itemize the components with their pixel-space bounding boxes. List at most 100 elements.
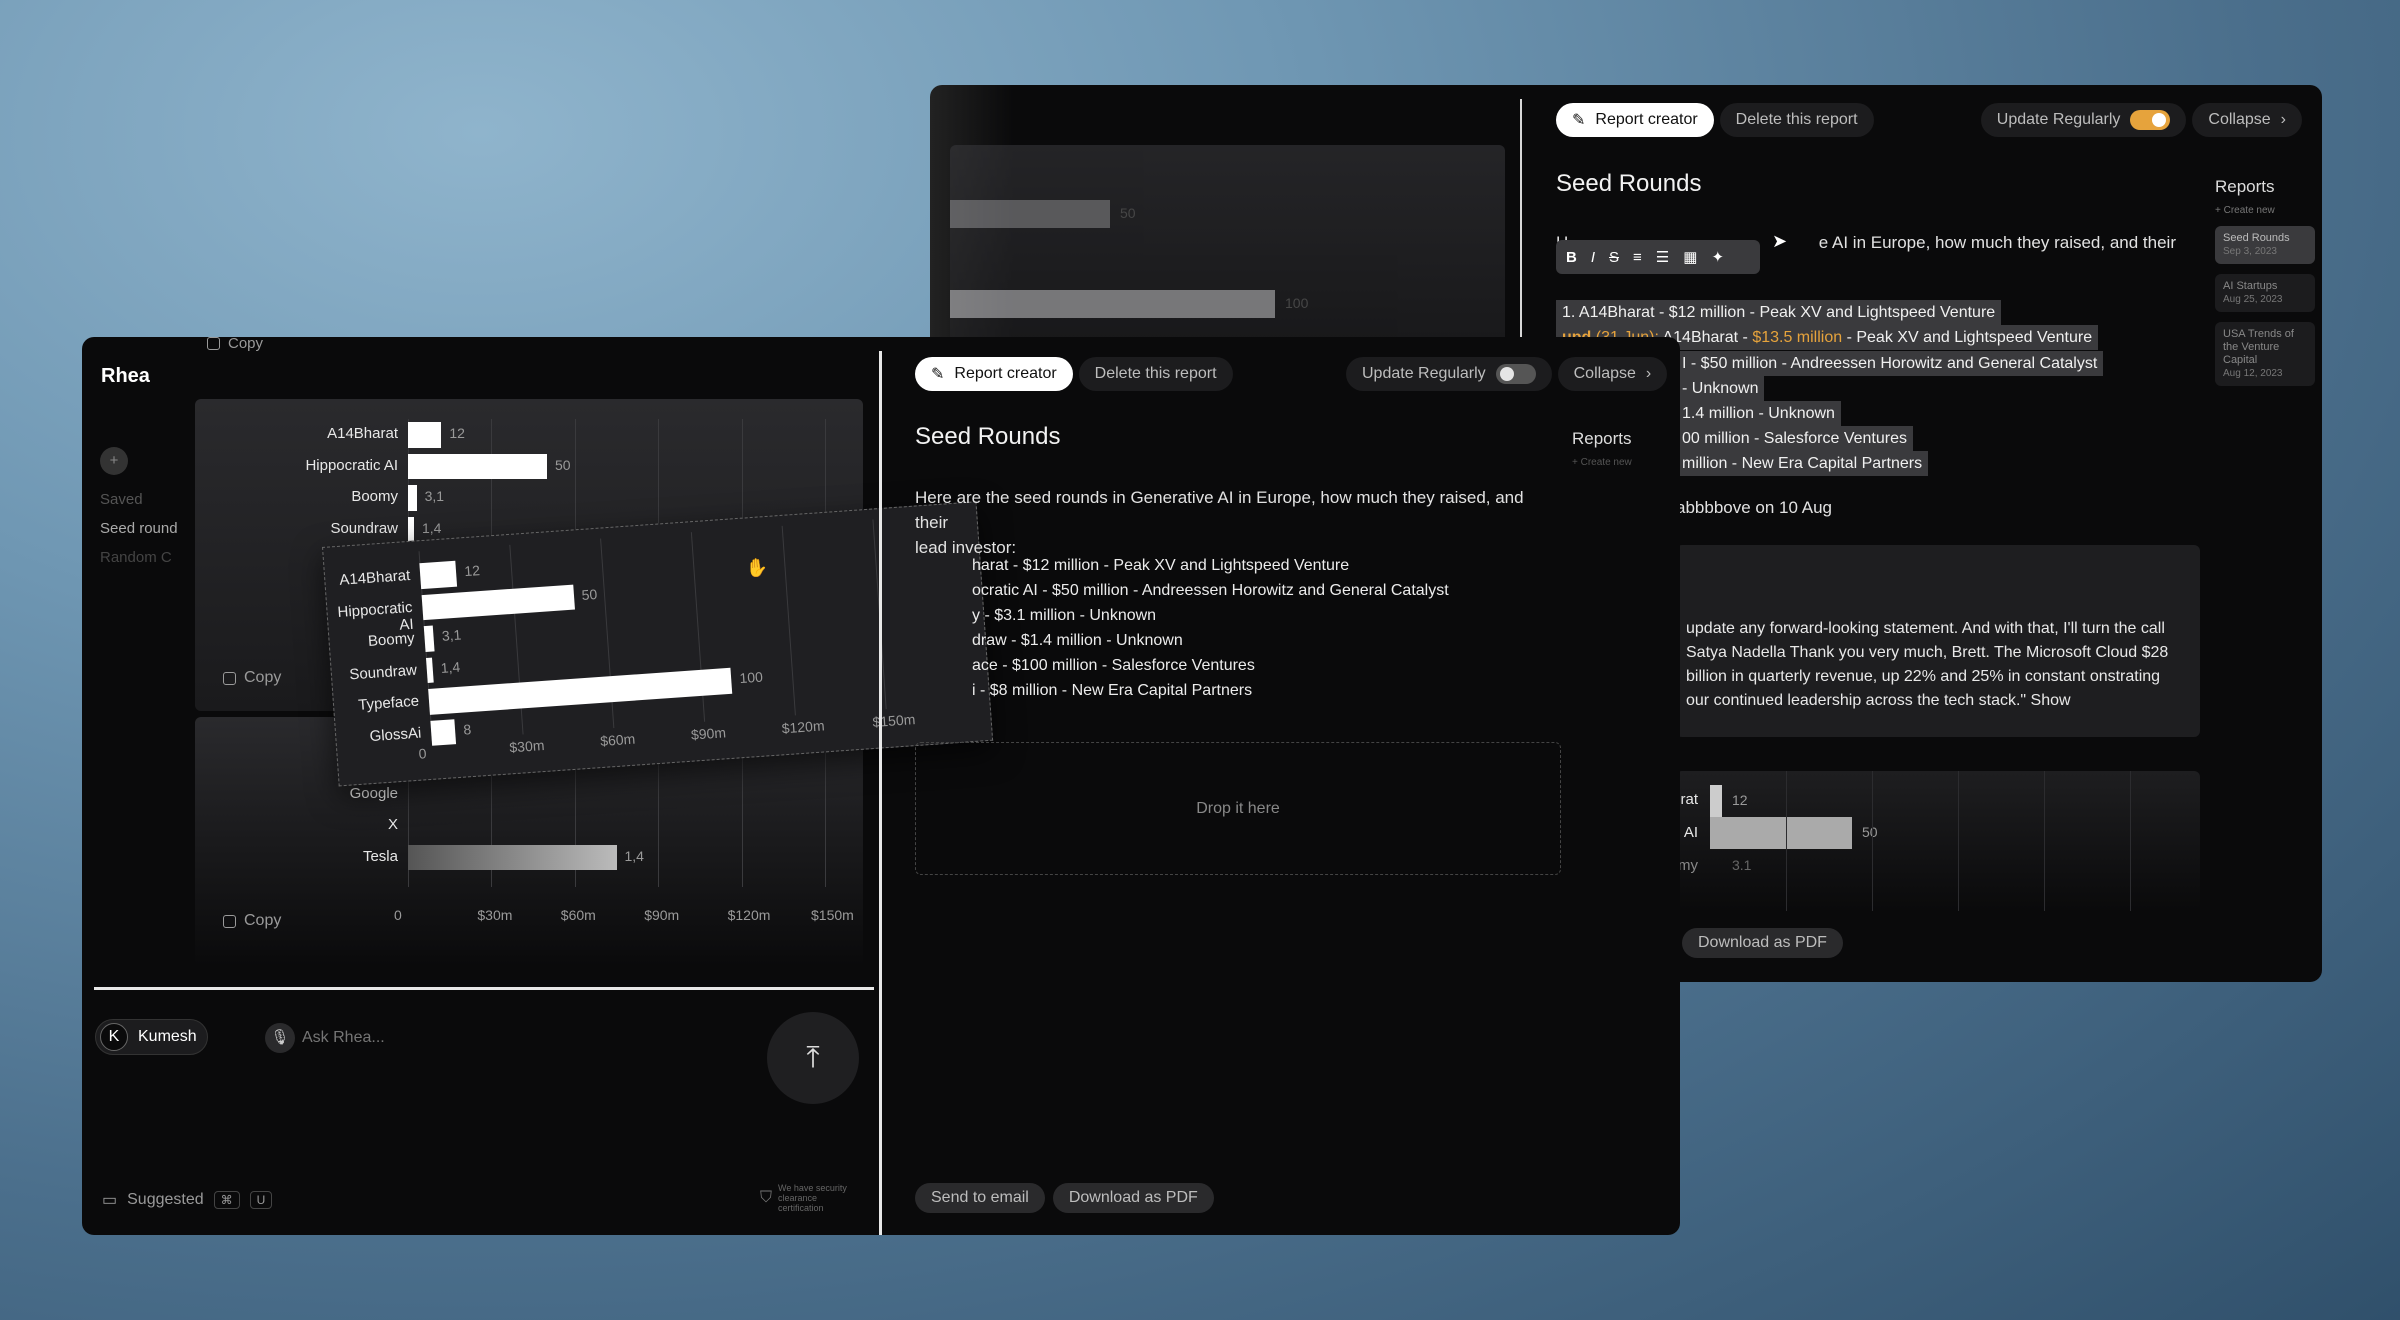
collapse-label: Collapse xyxy=(2208,111,2271,128)
strikethrough-icon[interactable]: S xyxy=(1609,249,1619,266)
collapse-button[interactable]: Collapse › xyxy=(2192,103,2302,137)
chart-bar xyxy=(408,844,617,870)
report-creator-button[interactable]: ✎ Report creator xyxy=(1556,103,1714,137)
ask-input[interactable] xyxy=(302,1023,562,1053)
copy-button[interactable]: Copy xyxy=(223,669,281,687)
send-button[interactable]: ⤒ xyxy=(767,1012,859,1104)
plus-icon: + xyxy=(2215,205,2224,216)
delete-label: Delete this report xyxy=(1735,111,1858,128)
update-regularly-toggle[interactable]: Update Regularly xyxy=(1346,357,1552,391)
download-pdf-button[interactable]: Download as PDF xyxy=(1682,928,1843,958)
copy-button-top[interactable]: Copy xyxy=(207,337,263,352)
report-item-name: Seed Rounds xyxy=(2223,232,2290,244)
copy-button-2[interactable]: Copy xyxy=(223,912,281,930)
sparkle-icon[interactable]: ✦ xyxy=(1711,248,1724,266)
chevron-right-icon: › xyxy=(2280,111,2286,128)
pencil-icon: ✎ xyxy=(931,366,945,383)
toolbar-left: ✎ Report creator Delete this report xyxy=(1556,103,1874,137)
selected-line: 1. A14Bharat - $12 million - Peak XV and… xyxy=(1556,300,2002,325)
sidebar-item-saved[interactable]: Saved xyxy=(100,491,195,508)
category-label: A14Bharat xyxy=(327,425,398,442)
chart-bar xyxy=(425,657,434,683)
report-item[interactable]: USA Trends of the Venture Capital Aug 12,… xyxy=(2215,322,2315,386)
chart-bar xyxy=(423,625,435,652)
category-label: Google xyxy=(349,784,398,802)
plus-icon: + xyxy=(1572,457,1581,468)
toggle-switch[interactable] xyxy=(1495,364,1536,384)
collapse-button[interactable]: Collapse › xyxy=(1557,357,1668,391)
update-rest: - Peak XV and Lightspeed Venture xyxy=(1842,329,2093,346)
chart-bar xyxy=(408,422,442,448)
dragged-chart[interactable]: 0 $30m $60m $90m $120m $150m A14Bharat 12 Hippoc… xyxy=(322,501,994,787)
chart-bar xyxy=(408,485,417,511)
update-label: Update Regularly xyxy=(1362,365,1486,382)
copy-icon xyxy=(207,337,220,350)
copy-icon xyxy=(223,914,236,928)
intro-text: Here are the seed rounds in Generative A… xyxy=(915,485,1545,560)
sidebar-item-seed[interactable]: Seed round xyxy=(100,520,195,537)
report-item[interactable]: AI Startups Aug 25, 2023 xyxy=(2215,274,2315,312)
bar-value-label: 1,4 xyxy=(440,658,461,676)
copy-icon xyxy=(223,671,236,685)
reports-panel: Reports + Create new xyxy=(1572,429,1632,468)
bar-value-label: 3,1 xyxy=(424,488,445,504)
update-label: Update Regularly xyxy=(1996,111,2121,128)
toggle-switch[interactable] xyxy=(2130,110,2171,130)
bar-value-label: 50 xyxy=(555,456,571,473)
create-new-button[interactable]: + Create new xyxy=(2215,205,2315,216)
update-regularly-toggle[interactable]: Update Regularly xyxy=(1980,103,2187,137)
input-divider xyxy=(94,987,874,990)
toolbar-right: Update Regularly Collapse › xyxy=(1980,103,2302,137)
category-label: Soundraw xyxy=(348,661,418,683)
user-chip[interactable]: K Kumesh xyxy=(95,1019,208,1055)
bold-icon[interactable]: B xyxy=(1566,249,1577,266)
copy-label: Copy xyxy=(228,337,264,352)
suggested-label: Suggested xyxy=(127,1191,204,1208)
add-chat-icon[interactable]: + xyxy=(100,447,128,475)
toolbar-right: Update Regularly Collapse › xyxy=(1346,357,1668,391)
report-creator-label: Report creator xyxy=(1595,111,1698,128)
footer-actions: Send to email Download as PDF xyxy=(915,1183,1214,1213)
mic-icon[interactable]: 🎙 xyxy=(265,1023,295,1053)
report-item-date: Aug 25, 2023 xyxy=(2223,294,2283,305)
mini-chart: rat 12 AI 50 my 3.1 xyxy=(1676,771,2200,911)
download-pdf-button[interactable]: Download as PDF xyxy=(1052,1183,1214,1213)
list-item: harat - $12 million - Peak XV and Lights… xyxy=(972,557,1350,574)
italic-icon[interactable]: I xyxy=(1591,249,1595,266)
mini-chart-value: 12 xyxy=(1732,792,1748,808)
list-item: y - $3.1 million - Unknown xyxy=(972,607,1157,624)
report-creator-label: Report creator xyxy=(954,365,1057,382)
delete-report-button[interactable]: Delete this report xyxy=(1078,357,1233,391)
bar-value-label: 100 xyxy=(738,668,764,687)
category-label: A14Bharat xyxy=(338,566,411,589)
category-label: Soundraw xyxy=(330,519,398,537)
sidebar-item-random[interactable]: Random C xyxy=(100,549,195,566)
user-name: Kumesh xyxy=(138,1028,197,1045)
report-item[interactable]: Seed Rounds Sep 3, 2023 xyxy=(2215,226,2315,264)
copy-label: Copy xyxy=(244,912,282,929)
bar-value-label: 12 xyxy=(449,425,465,441)
suggested-button[interactable]: ▭ Suggested ⌘ U xyxy=(102,1190,273,1210)
report-creator-button[interactable]: ✎ Report creator xyxy=(915,357,1073,391)
collapse-label: Collapse xyxy=(1573,365,1636,382)
bar-value-label: 8 xyxy=(462,720,472,738)
table-icon[interactable]: ▦ xyxy=(1683,248,1697,266)
list-item: i - $8 million - New Era Capital Partner… xyxy=(972,682,1253,699)
create-new-button[interactable]: + Create new xyxy=(1572,457,1632,468)
intro-line-1: Here are the seed rounds in Generative A… xyxy=(915,488,1524,532)
ghost-value: 100 xyxy=(1285,295,1309,311)
list-item: ocratic AI - $50 million - Andreessen Ho… xyxy=(972,582,1449,599)
send-email-button[interactable]: Send to email xyxy=(915,1183,1045,1213)
category-label: X xyxy=(387,816,398,833)
x-tick-label: $30m xyxy=(477,907,513,923)
mini-chart-value: 3.1 xyxy=(1732,857,1752,873)
security-text: We have security clearance certification xyxy=(778,1183,847,1213)
format-toolbar: B I S ≡ ☰ ▦ ✦ xyxy=(1556,240,1760,274)
mini-chart-value: 50 xyxy=(1862,824,1878,840)
drop-zone[interactable]: Drop it here xyxy=(915,742,1561,875)
ordered-list-icon[interactable]: ≡ xyxy=(1633,249,1642,266)
delete-report-button[interactable]: Delete this report xyxy=(1719,103,1874,137)
cursor-icon: ➤ xyxy=(1772,231,1788,251)
quote-text: update any forward-looking statement. An… xyxy=(1686,620,2169,709)
bullet-list-icon[interactable]: ☰ xyxy=(1656,248,1669,266)
